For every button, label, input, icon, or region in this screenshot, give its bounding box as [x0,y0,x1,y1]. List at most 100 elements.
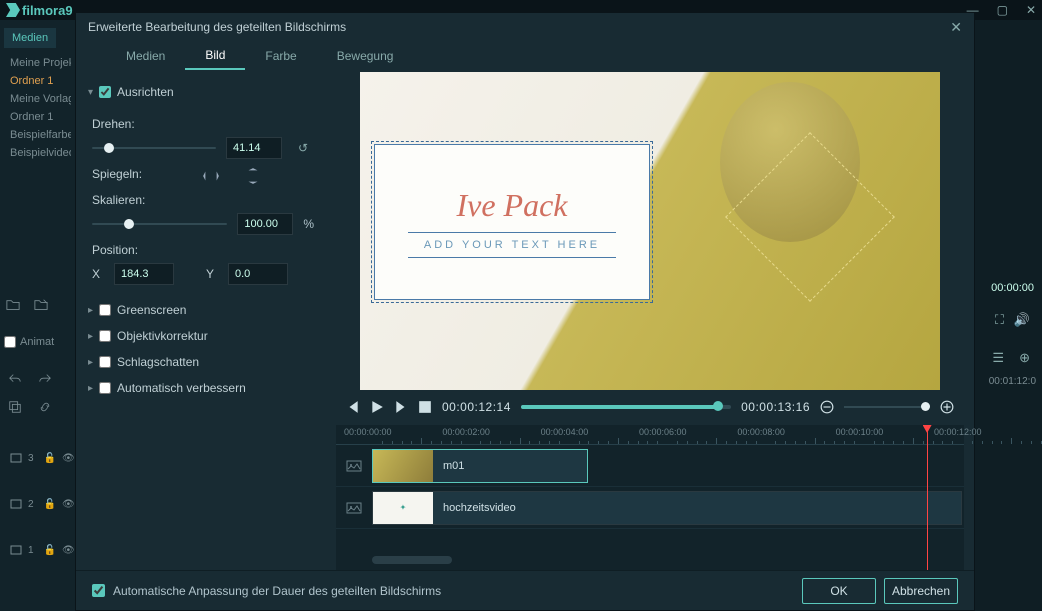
volume-icon[interactable]: 🔊 [1014,312,1030,328]
flip-vertical-icon[interactable] [244,167,262,185]
rotate-input[interactable] [226,137,282,159]
playback-bar: 00:00:12:14 00:00:13:16 [336,391,964,423]
track-type-icon [336,500,372,516]
ausrichten-checkbox[interactable] [99,86,111,98]
fullscreen-icon[interactable]: ⛶ [995,312,1004,328]
greenscreen-checkbox[interactable] [99,304,111,316]
animation-checkbox[interactable] [4,336,16,348]
chevron-down-icon: ▾ [88,87,93,98]
ruler-tick: 00:00:06:00 [639,427,687,437]
auto-enhance-checkbox[interactable] [99,382,111,394]
stop-icon[interactable] [418,400,432,414]
window-close-icon[interactable]: ✕ [1026,3,1036,17]
preview-canvas[interactable]: Ive Pack ADD YOUR TEXT HERE [360,72,940,390]
section-objektiv[interactable]: ▸ Objektivkorrektur [80,323,326,349]
timeline-clip[interactable]: ✦hochzeitsvideo [372,491,962,525]
scale-label: Skalieren: [92,193,314,207]
dialog-tab[interactable]: Farbe [245,43,316,69]
lock-icon[interactable]: 🔓 [44,499,56,510]
clip-label: hochzeitsvideo [433,502,526,514]
bg-timeline-timecode: 00:01:12:0 [989,376,1036,387]
zoom-in-icon[interactable] [940,400,954,414]
section-schatten[interactable]: ▸ Schlagschatten [80,349,326,375]
timeline-ruler[interactable]: 00:00:00:0000:00:02:0000:00:04:0000:00:0… [336,425,964,445]
dialog-footer: Automatische Anpassung der Dauer des get… [76,570,974,610]
lock-icon[interactable]: 🔓 [44,453,56,464]
playhead[interactable] [927,425,928,570]
schatten-checkbox[interactable] [99,356,111,368]
window-maximize-icon[interactable]: ▢ [997,3,1008,17]
clip-thumbnail [373,450,433,482]
dialog-close-button[interactable]: ✕ [950,19,962,36]
ruler-tick: 00:00:08:00 [737,427,785,437]
timeline-track[interactable]: m01 [336,445,964,487]
zoom-slider[interactable] [844,406,930,408]
undo-icon[interactable] [8,372,22,386]
objektiv-checkbox[interactable] [99,330,111,342]
chevron-right-icon: ▸ [88,357,93,368]
ausrichten-label: Ausrichten [117,85,174,99]
pos-y-input[interactable] [228,263,288,285]
lock-icon[interactable]: 🔓 [44,545,56,556]
bg-sidebar-tab[interactable]: Medien [4,28,56,48]
dialog-tabs: MedienBildFarbeBewegung [76,41,974,71]
logo-icon [6,3,20,17]
rotate-slider[interactable] [92,147,216,149]
list-icon[interactable]: ☰ [992,350,1004,366]
ruler-tick: 00:00:00:00 [344,427,392,437]
cancel-button[interactable]: Abbrechen [884,578,958,604]
timeline-scrollbar[interactable] [372,556,452,564]
scale-unit: % [303,217,314,231]
ok-button[interactable]: OK [802,578,876,604]
title-card[interactable]: Ive Pack ADD YOUR TEXT HERE [374,144,650,300]
bg-sidebar-item[interactable]: Meine Vorlag [4,90,71,108]
app-name: filmora9 [22,3,73,18]
dialog-tab[interactable]: Medien [106,43,185,69]
bg-sidebar-item[interactable]: Meine Projek [4,54,71,72]
clip-thumbnail: ✦ [373,492,433,524]
bg-timecode: 00:00:00 [991,282,1034,294]
eye-icon[interactable]: 👁 [62,499,75,510]
pos-x-input[interactable] [114,263,174,285]
prev-frame-icon[interactable] [346,400,360,414]
clip-label: m01 [433,460,474,472]
zoom-out-icon[interactable] [820,400,834,414]
dialog-title-text: Erweiterte Bearbeitung des geteilten Bil… [88,20,346,34]
dialog-tab[interactable]: Bewegung [317,43,414,69]
redo-icon[interactable] [38,372,52,386]
scale-slider[interactable] [92,223,227,225]
section-ausrichten-header[interactable]: ▾ Ausrichten [80,79,326,105]
animation-label: Animat [20,336,54,348]
ruler-tick: 00:00:12:00 [934,427,982,437]
bg-sidebar-item[interactable]: Beispielvideo [4,144,71,162]
copy-icon[interactable] [8,400,22,414]
rotate-reset-icon[interactable]: ↺ [292,137,314,159]
chevron-right-icon: ▸ [88,305,93,316]
seek-slider[interactable] [521,405,731,409]
folder-remove-icon[interactable] [34,298,48,312]
next-frame-icon[interactable] [394,400,408,414]
bg-sidebar-item[interactable]: Ordner 1 [4,108,71,126]
greenscreen-label: Greenscreen [117,303,186,317]
section-auto-enhance[interactable]: ▸ Automatisch verbessern [80,375,326,401]
zoom-target-icon[interactable]: ⊕ [1019,350,1030,366]
auto-duration-checkbox[interactable] [92,584,105,597]
eye-icon[interactable]: 👁 [62,453,75,464]
section-greenscreen[interactable]: ▸ Greenscreen [80,297,326,323]
timeline-clip[interactable]: m01 [372,449,588,483]
scale-input[interactable] [237,213,293,235]
selection-outline [371,141,653,303]
folder-add-icon[interactable] [6,298,20,312]
split-screen-dialog: Erweiterte Bearbeitung des geteilten Bil… [75,12,975,611]
play-icon[interactable] [370,400,384,414]
link-icon[interactable] [38,400,52,414]
ruler-tick: 00:00:10:00 [836,427,884,437]
position-label: Position: [92,243,314,257]
bg-sidebar-item[interactable]: Ordner 1 [4,72,71,90]
timeline-track[interactable]: ✦hochzeitsvideo [336,487,964,529]
objektiv-label: Objektivkorrektur [117,329,208,343]
dialog-tab[interactable]: Bild [185,42,245,70]
eye-icon[interactable]: 👁 [62,545,75,556]
bg-sidebar-item[interactable]: Beispielfarbe [4,126,71,144]
flip-horizontal-icon[interactable] [202,167,220,185]
